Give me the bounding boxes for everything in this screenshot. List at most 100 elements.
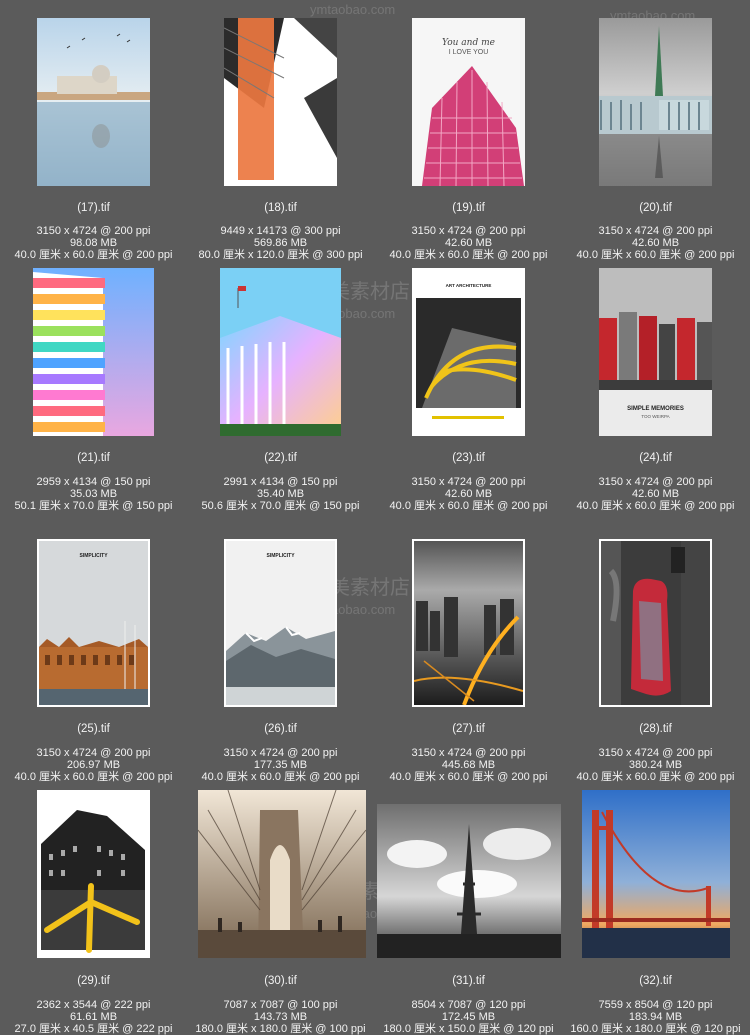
file-name: (23).tif <box>452 452 485 464</box>
file-physical-size: 40.0 厘米 x 60.0 厘米 @ 200 ppi <box>389 771 548 783</box>
file-dimensions: 8504 x 7087 @ 120 ppi <box>411 999 526 1011</box>
file-item[interactable]: (29).tif 2362 x 3544 @ 222 ppi 61.61 MB … <box>0 786 187 1035</box>
thumbnail-snow-mountain[interactable]: SIMPLICITY <box>224 539 337 707</box>
file-size: 380.24 MB <box>628 759 683 771</box>
thumbnail-night-city[interactable] <box>412 539 525 707</box>
file-name: (30).tif <box>264 975 297 987</box>
file-size: 61.61 MB <box>69 1011 118 1023</box>
file-dimensions: 3150 x 4724 @ 200 ppi <box>598 225 713 237</box>
file-physical-size: 180.0 厘米 x 150.0 厘米 @ 120 ppi <box>383 1023 554 1035</box>
file-physical-size: 40.0 厘米 x 60.0 厘米 @ 200 ppi <box>389 249 548 261</box>
poster-text: You and me <box>442 38 495 48</box>
file-name: (28).tif <box>639 723 672 735</box>
file-size: 569.86 MB <box>253 237 308 249</box>
file-size: 445.68 MB <box>441 759 496 771</box>
file-size: 35.40 MB <box>256 488 305 500</box>
thumbnail-flatiron[interactable]: You and me I LOVE YOU <box>412 18 525 186</box>
file-name: (29).tif <box>77 975 110 987</box>
file-size: 183.94 MB <box>628 1011 683 1023</box>
file-size: 143.73 MB <box>253 1011 308 1023</box>
file-name: (32).tif <box>639 975 672 987</box>
file-item[interactable]: (17).tif 3150 x 4724 @ 200 ppi 98.08 MB … <box>0 0 187 262</box>
file-size: 98.08 MB <box>69 237 118 249</box>
poster-text: SIMPLE MEMORIES <box>627 406 684 412</box>
file-physical-size: 50.6 厘米 x 70.0 厘米 @ 150 ppi <box>201 500 360 512</box>
poster-text: TOO WEIRPA <box>641 414 670 419</box>
file-dimensions: 7559 x 8504 @ 120 ppi <box>598 999 713 1011</box>
thumbnail-harbor-building[interactable]: SIMPLICITY <box>37 539 150 707</box>
file-dimensions: 3150 x 4724 @ 200 ppi <box>411 747 526 759</box>
file-physical-size: 50.1 厘米 x 70.0 厘米 @ 150 ppi <box>14 500 173 512</box>
file-dimensions: 3150 x 4724 @ 200 ppi <box>36 225 151 237</box>
file-physical-size: 40.0 厘米 x 60.0 厘米 @ 200 ppi <box>576 771 735 783</box>
poster-text: SIMPLICITY <box>79 553 108 559</box>
poster-text: I LOVE YOU <box>448 49 489 56</box>
poster-text: ART ARCHITECTURE <box>445 283 492 288</box>
file-physical-size: 80.0 厘米 x 120.0 厘米 @ 300 ppi <box>198 249 363 261</box>
thumbnail-amsterdam-houses[interactable]: SIMPLE MEMORIES TOO WEIRPA <box>599 268 712 436</box>
file-item[interactable]: SIMPLICITY (25).tif 3150 x 4724 @ 200 pp… <box>0 524 187 786</box>
thumbnail-rainbow-building[interactable] <box>33 268 154 436</box>
thumbnail-golden-gate[interactable] <box>581 790 730 958</box>
file-item[interactable]: ART ARCHITECTURE (23).tif 3150 x 4724 @ … <box>375 262 562 524</box>
file-name: (17).tif <box>77 202 110 214</box>
file-item[interactable]: SIMPLE MEMORIES TOO WEIRPA (24).tif 3150… <box>562 262 749 524</box>
file-dimensions: 2959 x 4134 @ 150 ppi <box>36 476 151 488</box>
thumbnail-church-reflection[interactable] <box>599 18 712 186</box>
file-item[interactable]: (32).tif 7559 x 8504 @ 120 ppi 183.94 MB… <box>562 786 749 1035</box>
thumbnail-red-phone-booth[interactable] <box>599 539 712 707</box>
file-size: 42.60 MB <box>444 237 493 249</box>
file-dimensions: 9449 x 14173 @ 300 ppi <box>220 225 341 237</box>
file-dimensions: 3150 x 4724 @ 200 ppi <box>598 476 713 488</box>
thumbnail-brooklyn-bridge[interactable] <box>198 790 366 958</box>
file-name: (18).tif <box>264 202 297 214</box>
thumbnail-white-house[interactable] <box>220 268 341 436</box>
poster-text: SIMPLICITY <box>266 553 295 559</box>
file-physical-size: 40.0 厘米 x 60.0 厘米 @ 200 ppi <box>14 249 173 261</box>
file-dimensions: 3150 x 4724 @ 200 ppi <box>223 747 338 759</box>
file-item[interactable]: (22).tif 2991 x 4134 @ 150 ppi 35.40 MB … <box>187 262 374 524</box>
file-name: (22).tif <box>264 452 297 464</box>
file-item[interactable]: (20).tif 3150 x 4724 @ 200 ppi 42.60 MB … <box>562 0 749 262</box>
image-grid: 艺美素材店 ymtaobao.com 艺美素材店 ymtaobao.com 艺美… <box>0 0 750 1035</box>
file-size: 172.45 MB <box>441 1011 496 1023</box>
file-dimensions: 3150 x 4724 @ 200 ppi <box>36 747 151 759</box>
file-dimensions: 2991 x 4134 @ 150 ppi <box>223 476 338 488</box>
file-size: 206.97 MB <box>66 759 121 771</box>
file-physical-size: 40.0 厘米 x 60.0 厘米 @ 200 ppi <box>201 771 360 783</box>
file-dimensions: 3150 x 4724 @ 200 ppi <box>598 747 713 759</box>
file-name: (26).tif <box>264 723 297 735</box>
file-physical-size: 160.0 厘米 x 180.0 厘米 @ 120 ppi <box>570 1023 741 1035</box>
file-item[interactable]: SIMPLICITY (26).tif 3150 x 4724 @ 200 pp… <box>187 524 374 786</box>
file-name: (31).tif <box>452 975 485 987</box>
file-item[interactable]: (28).tif 3150 x 4724 @ 200 ppi 380.24 MB… <box>562 524 749 786</box>
file-physical-size: 40.0 厘米 x 60.0 厘米 @ 200 ppi <box>14 771 173 783</box>
thumbnail-eiffel-tower[interactable] <box>376 804 561 958</box>
file-name: (27).tif <box>452 723 485 735</box>
thumbnail-yellow-road-arrow[interactable] <box>37 790 150 958</box>
file-item[interactable]: (31).tif 8504 x 7087 @ 120 ppi 172.45 MB… <box>375 786 562 1035</box>
file-physical-size: 27.0 厘米 x 40.5 厘米 @ 222 ppi <box>14 1023 173 1035</box>
file-name: (20).tif <box>639 202 672 214</box>
file-size: 42.60 MB <box>631 488 680 500</box>
file-item[interactable]: (30).tif 7087 x 7087 @ 100 ppi 143.73 MB… <box>187 786 374 1035</box>
file-size: 177.35 MB <box>253 759 308 771</box>
file-dimensions: 7087 x 7087 @ 100 ppi <box>223 999 338 1011</box>
file-physical-size: 40.0 厘米 x 60.0 厘米 @ 200 ppi <box>576 500 735 512</box>
file-size: 35.03 MB <box>69 488 118 500</box>
thumbnail-yellow-architecture[interactable]: ART ARCHITECTURE <box>412 268 525 436</box>
file-physical-size: 40.0 厘米 x 60.0 厘米 @ 200 ppi <box>576 249 735 261</box>
file-name: (24).tif <box>639 452 672 464</box>
file-physical-size: 180.0 厘米 x 180.0 厘米 @ 100 ppi <box>195 1023 366 1035</box>
file-item[interactable]: (21).tif 2959 x 4134 @ 150 ppi 35.03 MB … <box>0 262 187 524</box>
file-dimensions: 3150 x 4724 @ 200 ppi <box>411 225 526 237</box>
thumbnail-abstract-architecture[interactable] <box>224 18 337 186</box>
file-size: 42.60 MB <box>444 488 493 500</box>
file-dimensions: 3150 x 4724 @ 200 ppi <box>411 476 526 488</box>
file-dimensions: 2362 x 3544 @ 222 ppi <box>36 999 151 1011</box>
file-item[interactable]: You and me I LOVE YOU (19).tif 3150 x 47… <box>375 0 562 262</box>
file-item[interactable]: (18).tif 9449 x 14173 @ 300 ppi 569.86 M… <box>187 0 374 262</box>
thumbnail-venice[interactable] <box>37 18 150 186</box>
file-item[interactable]: (27).tif 3150 x 4724 @ 200 ppi 445.68 MB… <box>375 524 562 786</box>
file-name: (19).tif <box>452 202 485 214</box>
